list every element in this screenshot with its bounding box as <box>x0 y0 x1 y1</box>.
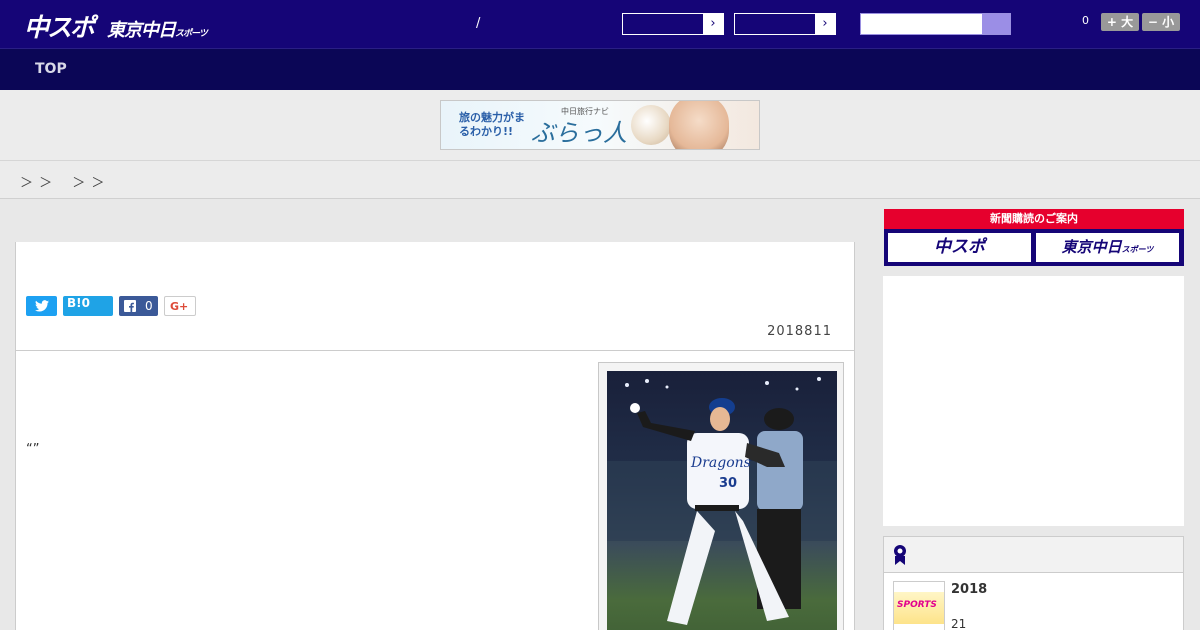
nav-item-top[interactable]: TOP <box>35 61 67 77</box>
article-photo-frame[interactable]: Dragons 30 <box>598 362 844 630</box>
article-divider <box>16 350 854 351</box>
logo-tokyo-chunichi-small: スポーツ <box>175 29 208 39</box>
facebook-icon <box>124 300 136 312</box>
baseball-player-image: Dragons 30 <box>607 377 837 625</box>
article-quote: “” <box>26 442 40 457</box>
article-photo[interactable]: Dragons 30 <box>607 371 837 630</box>
logo-tokyo-chunichi[interactable]: 東京中日スポーツ <box>107 16 208 42</box>
site-logo[interactable]: 中スポ 東京中日スポーツ <box>24 8 208 44</box>
shell-image <box>631 105 671 145</box>
ribbon-icon <box>894 545 906 565</box>
sidebar-ad-slot <box>883 276 1184 526</box>
logo-tokyo-chunichi-main: 東京中日 <box>107 20 176 41</box>
google-plus-label: G+ <box>170 300 189 313</box>
logo-chuspo[interactable]: 中スポ <box>24 8 95 44</box>
global-nav: TOP <box>0 48 1200 90</box>
travel-navi-banner[interactable]: 旅の魅力がまるわかり!! 中日旅行ナビ ぶらっ人 <box>440 100 760 150</box>
ranking-item-logo: SPORTS <box>897 600 937 610</box>
paper-tokyo-main: 東京中日 <box>1061 238 1122 256</box>
font-size-increase-button[interactable]: + 大 <box>1101 13 1139 31</box>
banner-text: 旅の魅力がまるわかり!! <box>459 111 525 138</box>
ranking-header <box>884 537 1183 573</box>
hatena-label: B!0 <box>67 296 90 310</box>
model-image <box>669 101 729 149</box>
svg-text:Dragons: Dragons <box>690 455 751 471</box>
hatena-bookmark-button[interactable]: B!0 <box>63 296 113 316</box>
ranking-item-thumbnail[interactable]: SPORTS <box>893 581 945 630</box>
subscribe-tokyo-chunichi-button[interactable]: 東京中日スポーツ <box>1036 233 1179 262</box>
svg-text:30: 30 <box>719 476 737 491</box>
header-slash: / <box>476 16 481 31</box>
article-body: B!0 0 G+ 2018811 “” Dragons 30 <box>15 242 855 630</box>
banner-area: 旅の魅力がまるわかり!! 中日旅行ナビ ぶらっ人 <box>0 90 1200 161</box>
ranking-item-sub: 21 <box>951 617 967 630</box>
font-size-decrease-button[interactable]: − 小 <box>1142 13 1180 31</box>
search-button[interactable] <box>982 14 1010 34</box>
breadcrumb-area: ＞ ＞ ＞ ＞ <box>0 161 1200 199</box>
article-date: 2018811 <box>767 324 832 339</box>
subscribe-chuspo-button[interactable]: 中スポ <box>888 233 1031 262</box>
breadcrumb[interactable]: ＞ ＞ ＞ ＞ <box>20 172 105 191</box>
google-plus-share-button[interactable]: G+ <box>164 296 196 316</box>
banner-brand: ぶらっ人 <box>531 119 627 147</box>
category-select-1[interactable]: › <box>622 13 724 35</box>
ranking-item-title[interactable]: 2018 <box>951 582 987 597</box>
twitter-share-button[interactable] <box>26 296 57 316</box>
site-header: 中スポ 東京中日スポーツ / › › 0 + 大 − 小 <box>0 0 1200 48</box>
header-count: 0 <box>1082 14 1089 27</box>
sidebar-ranking: SPORTS 2018 21 <box>883 536 1184 630</box>
chevron-right-icon[interactable]: › <box>703 14 723 34</box>
newspaper-subscribe-ad[interactable]: 新聞購読のご案内 中スポ 東京中日スポーツ <box>884 209 1184 266</box>
twitter-icon <box>35 300 49 312</box>
paper-tokyo-small: スポーツ <box>1121 245 1154 254</box>
facebook-share-button[interactable]: 0 <box>119 296 158 316</box>
search-input[interactable] <box>860 13 1011 35</box>
facebook-count: 0 <box>145 299 153 313</box>
category-select-2[interactable]: › <box>734 13 836 35</box>
subscribe-label: 新聞購読のご案内 <box>884 209 1184 229</box>
chevron-right-icon[interactable]: › <box>815 14 835 34</box>
